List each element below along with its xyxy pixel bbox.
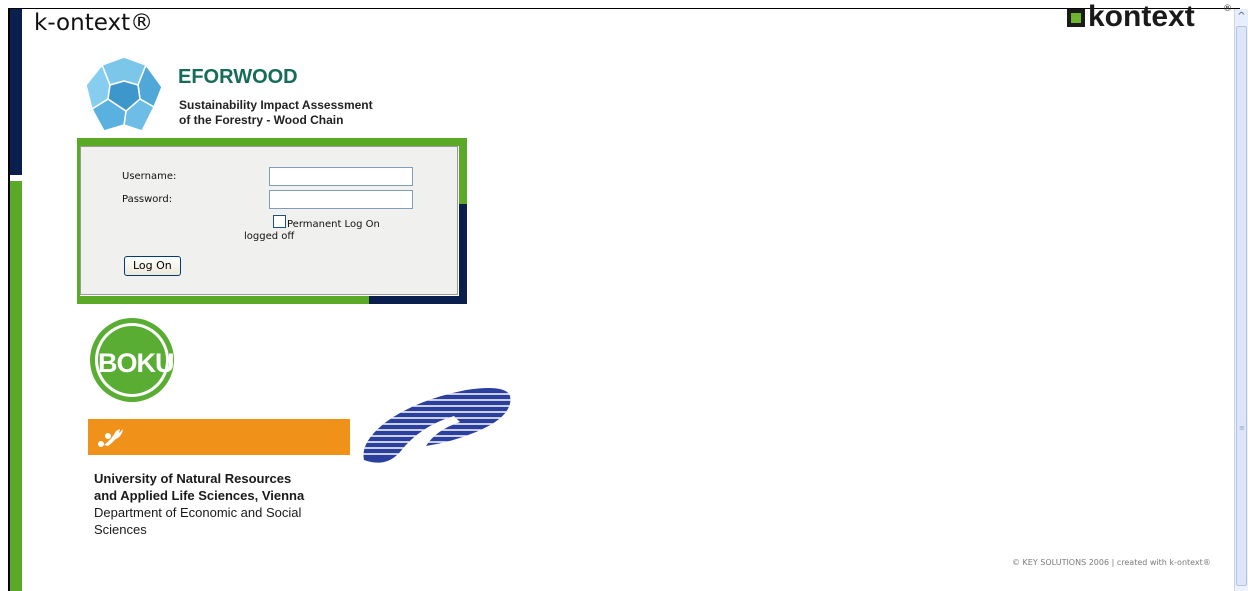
log-on-button[interactable]: Log On (124, 256, 181, 276)
frame-top-border (8, 8, 1240, 9)
boku-circle-core: BOKU (98, 326, 175, 394)
scroll-thumb[interactable]: ≡ (1236, 26, 1247, 586)
boku-leaf-icon (98, 429, 123, 447)
vertical-scrollbar[interactable]: ^ ≡ (1234, 9, 1248, 591)
boku-circle-icon: BOKU (90, 318, 175, 402)
project-title: EFORWOOD (178, 66, 298, 88)
kontext-registered-mark: ® (1223, 4, 1232, 14)
side-bar-green (10, 181, 22, 591)
side-bar-navy (10, 9, 22, 175)
fp6-logo-icon (363, 388, 511, 463)
scroll-up-arrow-icon[interactable]: ^ (1235, 9, 1248, 25)
password-label: Password: (122, 194, 173, 205)
project-subtitle-line-1: Sustainability Impact Assessment (179, 98, 373, 112)
partner-department: Department of Economic and Social Scienc… (94, 505, 302, 537)
login-border-right-green (459, 138, 467, 204)
project-subtitle-line-2: of the Forestry - Wood Chain (179, 113, 344, 127)
partner-name-line-2: and Applied Life Sciences, Vienna (94, 488, 305, 503)
app-title: k-ontext® (34, 10, 154, 36)
boku-orange-band (88, 419, 350, 455)
boku-circle-ring: BOKU (95, 323, 175, 397)
footer-copyright: © KEY SOLUTIONS 2006 | created with k-on… (1012, 558, 1211, 567)
login-border-bottom-green (77, 296, 369, 304)
login-border-top (77, 138, 467, 146)
permanent-logon-label[interactable]: Permanent Log On (287, 219, 380, 230)
login-border-right-navy (459, 204, 467, 304)
project-subtitle: Sustainability Impact Assessment of the … (179, 98, 373, 128)
username-label: Username: (122, 171, 177, 182)
password-field[interactable] (269, 190, 413, 209)
username-field[interactable] (269, 167, 413, 186)
scroll-grip-icon: ≡ (1239, 424, 1245, 432)
boku-logo-text: BOKU (98, 348, 175, 378)
login-panel: Username: Password: Permanent Log On log… (77, 138, 467, 304)
login-form: Username: Password: Permanent Log On log… (80, 146, 458, 295)
partner-name-line-1: University of Natural Resources (94, 471, 292, 486)
login-border-bottom-navy (369, 296, 467, 304)
boku-logo: BOKU University of Natural Resources and… (88, 318, 350, 537)
kontext-logo-text: kontext (1088, 0, 1195, 33)
permanent-logon-checkbox[interactable] (273, 215, 286, 228)
kontext-square-icon (1067, 9, 1085, 27)
eforwood-logo-icon (85, 56, 163, 132)
login-status-text: logged off (244, 231, 295, 242)
